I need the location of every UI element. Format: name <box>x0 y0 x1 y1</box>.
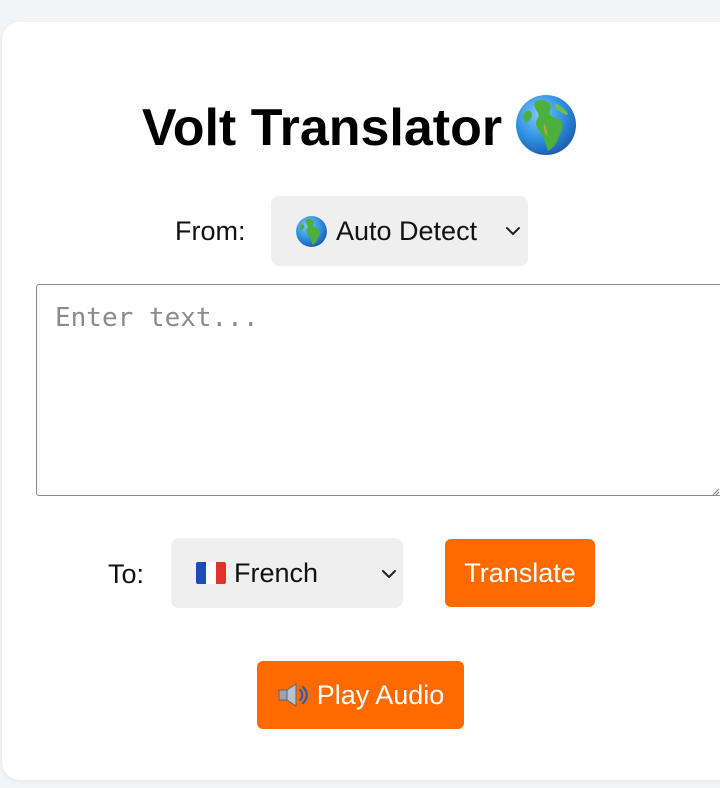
play-audio-label: Play Audio <box>316 679 445 710</box>
chevron-down-icon <box>506 227 520 235</box>
from-label: From: <box>175 216 246 246</box>
globe-icon <box>296 215 327 247</box>
translate-button[interactable]: Translate <box>445 539 595 607</box>
from-selected-value: Auto Detect <box>336 215 478 246</box>
speaker-icon <box>278 683 308 707</box>
play-audio-button[interactable]: Play Audio <box>257 661 464 729</box>
to-selected-value: French <box>234 557 319 588</box>
resize-handle-icon[interactable] <box>712 488 720 496</box>
from-language-select[interactable]: Auto Detect <box>271 196 528 266</box>
to-language-select[interactable]: French <box>171 538 403 608</box>
source-text-input[interactable] <box>36 284 720 496</box>
chevron-down-icon <box>382 570 396 578</box>
france-flag-icon <box>196 562 226 584</box>
globe-icon <box>516 95 577 156</box>
to-label: To: <box>108 559 145 589</box>
page-title: Volt Translator <box>0 95 720 163</box>
title-text: Volt Translator <box>141 99 503 157</box>
